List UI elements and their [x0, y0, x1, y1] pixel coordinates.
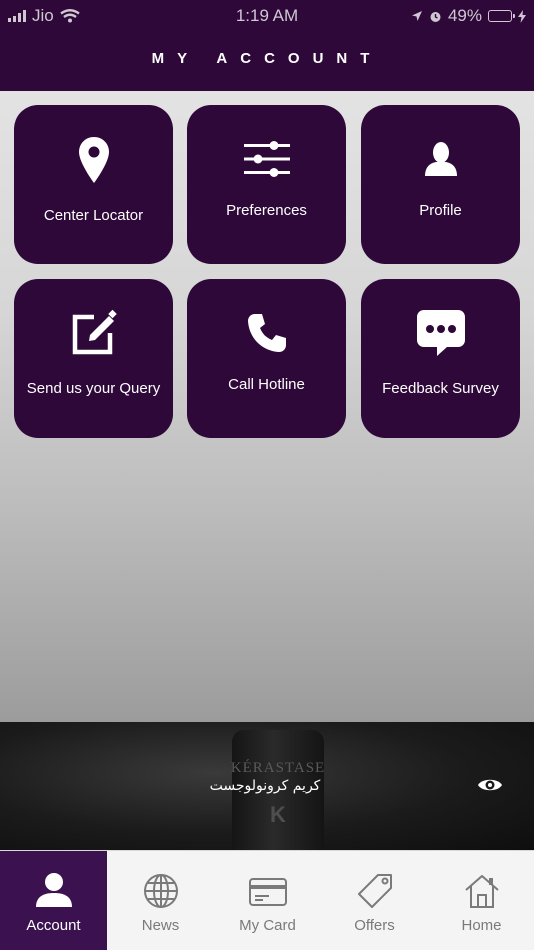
sliders-icon — [187, 141, 346, 177]
tab-home[interactable]: Home — [428, 851, 534, 950]
tab-account[interactable]: Account — [0, 851, 107, 950]
person-icon — [0, 873, 107, 907]
house-icon — [428, 873, 534, 909]
edit-icon — [14, 309, 173, 357]
battery-percent: 49% — [447, 6, 482, 25]
center-locator-label: Center Locator — [43, 207, 144, 224]
banner-caption: كريم كرونولوجست — [209, 778, 321, 794]
map-pin-icon — [14, 137, 173, 183]
product-brand: KÉRASTASE — [230, 760, 326, 776]
tag-icon — [321, 873, 428, 909]
tab-home-label: Home — [461, 917, 502, 934]
tab-news[interactable]: News — [107, 851, 214, 950]
phone-icon — [187, 313, 346, 353]
eye-icon[interactable] — [477, 776, 503, 794]
tab-my-card-label: My Card — [239, 917, 296, 934]
center-locator-tile[interactable]: Center Locator — [14, 105, 173, 264]
preferences-label: Preferences — [226, 202, 307, 219]
globe-icon — [107, 873, 214, 909]
bottom-tab-bar: Account News My Card Offers Home — [0, 850, 534, 950]
profile-label: Profile — [419, 202, 462, 219]
call-hotline-tile[interactable]: Call Hotline — [187, 279, 346, 438]
chat-bubble-icon — [361, 309, 520, 357]
tab-account-label: Account — [26, 917, 81, 934]
tab-news-label: News — [141, 917, 180, 934]
user-icon — [361, 142, 520, 176]
tab-my-card[interactable]: My Card — [214, 851, 321, 950]
send-query-tile[interactable]: Send us your Query — [14, 279, 173, 438]
feedback-survey-label: Feedback Survey — [382, 380, 499, 397]
alarm-icon — [430, 11, 441, 22]
send-query-label: Send us your Query — [26, 380, 161, 397]
tab-offers[interactable]: Offers — [321, 851, 428, 950]
page-title: MY ACCOUNT — [151, 50, 383, 67]
promo-banner[interactable]: KÉRASTASE K كريم كرونولوجست — [0, 722, 534, 850]
top-bar: Jio 1:19 AM 49% MY ACCOUNT — [0, 0, 534, 91]
battery-icon — [488, 10, 515, 22]
tab-offers-label: Offers — [354, 917, 395, 934]
profile-tile[interactable]: Profile — [361, 105, 520, 264]
account-menu-area: Center Locator Preferences Profile Send … — [0, 91, 534, 722]
card-icon — [214, 873, 321, 909]
product-mark: K — [270, 802, 286, 827]
location-arrow-icon — [411, 11, 422, 21]
status-bar: Jio 1:19 AM 49% — [0, 0, 534, 32]
feedback-survey-tile[interactable]: Feedback Survey — [361, 279, 520, 438]
charging-bolt-icon — [518, 9, 526, 23]
call-hotline-label: Call Hotline — [228, 376, 305, 393]
preferences-tile[interactable]: Preferences — [187, 105, 346, 264]
status-right: 49% — [411, 6, 526, 26]
